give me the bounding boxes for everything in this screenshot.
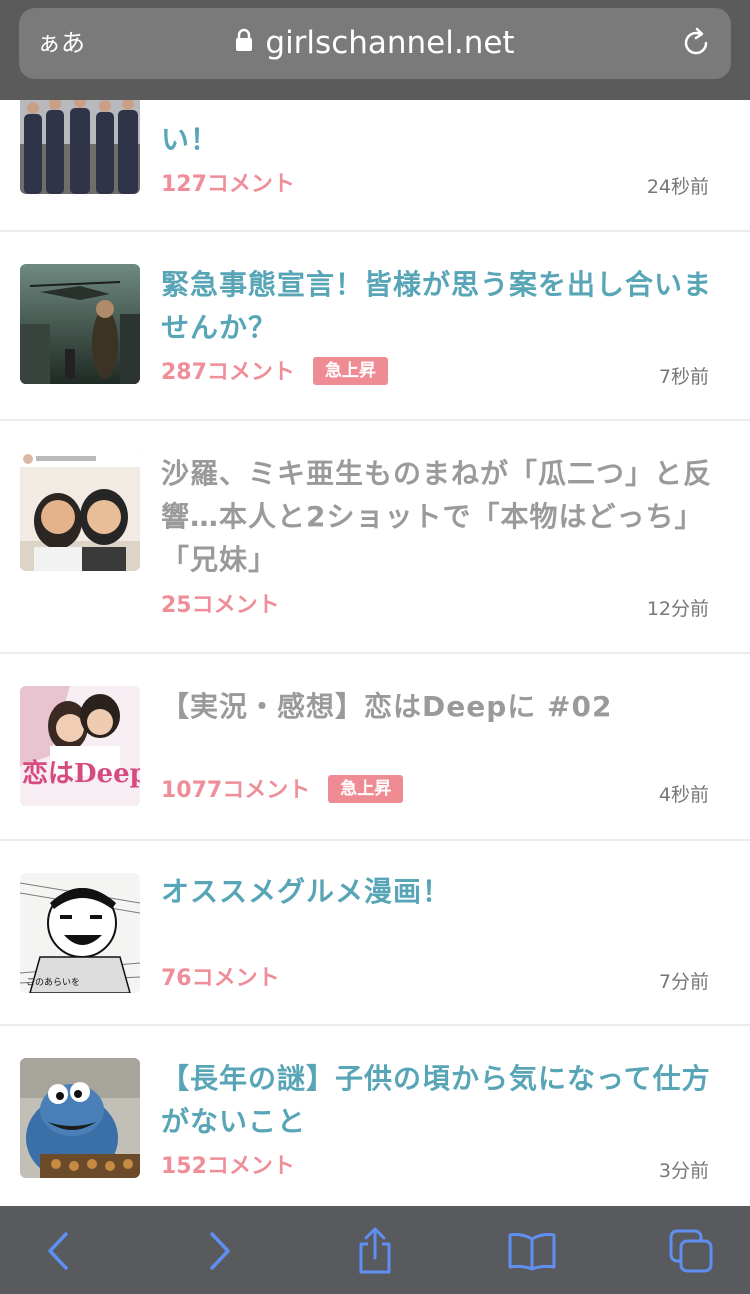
two-people-selfie bbox=[20, 451, 140, 571]
topic-title[interactable]: 緊急事態宣言！皆様が思う案を出し合いませんか？ bbox=[161, 263, 721, 349]
comment-count[interactable]: 76コメント bbox=[161, 964, 280, 994]
topic-thumbnail[interactable] bbox=[20, 1058, 140, 1178]
address-bar[interactable]: ぁあ girlschannel.net bbox=[19, 8, 731, 79]
reload-icon[interactable] bbox=[679, 26, 713, 64]
manga-caption-text: このあらいを bbox=[26, 977, 80, 988]
topic-thumbnail[interactable]: このあらいを bbox=[20, 873, 140, 993]
forward-icon[interactable] bbox=[194, 1226, 244, 1276]
comment-count[interactable]: 287コメント 急上昇 bbox=[161, 357, 388, 388]
comment-count-label[interactable]: 287コメント bbox=[161, 360, 295, 385]
back-icon[interactable] bbox=[34, 1226, 84, 1276]
post-time: 12分前 bbox=[646, 598, 709, 620]
topic-title[interactable]: い！ bbox=[161, 118, 721, 161]
trending-badge: 急上昇 bbox=[328, 775, 404, 803]
topic-title[interactable]: 沙羅、ミキ亜生ものまねが「瓜二つ」と反響…本人と2ショットで「本物はどっち」「兄… bbox=[161, 452, 721, 581]
topic-title[interactable]: オススメグルメ漫画！ bbox=[161, 870, 721, 913]
topic-title[interactable]: 【長年の謎】子供の頃から気になって仕方がないこと bbox=[161, 1057, 721, 1143]
tabs-icon[interactable] bbox=[666, 1226, 716, 1276]
post-time: 7秒前 bbox=[658, 366, 709, 388]
trending-badge: 急上昇 bbox=[312, 357, 388, 385]
topic-title[interactable]: 【実況・感想】恋はDeepに #02 bbox=[161, 685, 721, 728]
url-display[interactable]: girlschannel.net bbox=[19, 24, 731, 62]
url-text: girlschannel.net bbox=[265, 25, 515, 61]
topic-item[interactable]: 恋はDeep 【実況・感想】恋はDeepに #02 1077コメント 急上昇 4秒… bbox=[0, 654, 750, 841]
topic-item[interactable]: 沙羅、ミキ亜生ものまねが「瓜二つ」と反響…本人と2ショットで「本物はどっち」「兄… bbox=[0, 421, 750, 654]
comment-count-label[interactable]: 1077コメント bbox=[161, 778, 310, 803]
poster-title-text: 恋はDeep bbox=[22, 758, 140, 789]
topic-thumbnail[interactable] bbox=[20, 451, 140, 571]
comment-count[interactable]: 1077コメント 急上昇 bbox=[161, 775, 404, 806]
lock-icon bbox=[235, 23, 253, 61]
comment-count[interactable]: 152コメント bbox=[161, 1152, 295, 1182]
topic-item[interactable]: 緊急事態宣言！皆様が思う案を出し合いませんか？ 287コメント 急上昇 7秒前 bbox=[0, 232, 750, 421]
bookmarks-icon[interactable] bbox=[507, 1226, 557, 1276]
topic-item[interactable]: このあらいを オススメグルメ漫画！ 76コメント 7分前 bbox=[0, 841, 750, 1026]
post-time: 4秒前 bbox=[658, 784, 709, 806]
movie-poster-helicopter bbox=[20, 264, 140, 384]
post-time: 3分前 bbox=[658, 1160, 709, 1182]
browser-toolbar bbox=[0, 1206, 750, 1294]
share-icon[interactable] bbox=[350, 1226, 400, 1276]
comment-count[interactable]: 25コメント bbox=[161, 591, 280, 621]
post-time: 24秒前 bbox=[646, 176, 709, 198]
topic-thumbnail[interactable]: 恋はDeep bbox=[20, 686, 140, 806]
drama-poster-deep: 恋はDeep bbox=[20, 686, 140, 806]
browser-top-bar: ぁあ girlschannel.net bbox=[0, 0, 750, 100]
comment-count[interactable]: 127コメント bbox=[161, 170, 295, 200]
topic-thumbnail[interactable] bbox=[20, 264, 140, 384]
manga-panel: このあらいを bbox=[20, 873, 140, 993]
cookie-monster-photo bbox=[20, 1058, 140, 1178]
post-time: 7分前 bbox=[658, 971, 709, 993]
topic-item[interactable]: 【長年の謎】子供の頃から気になって仕方がないこと 152コメント 3分前 bbox=[0, 1026, 750, 1206]
